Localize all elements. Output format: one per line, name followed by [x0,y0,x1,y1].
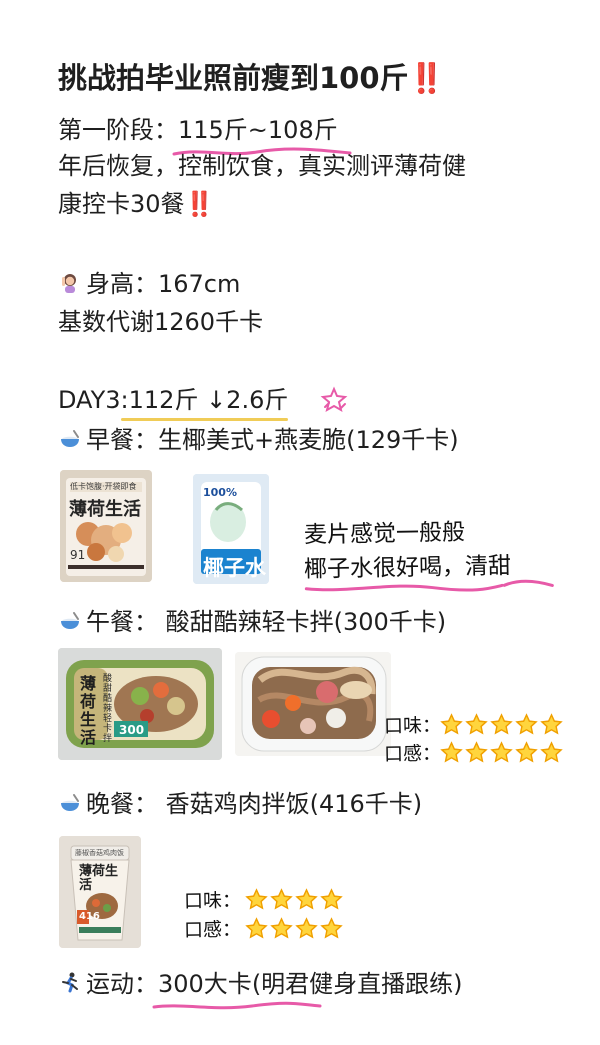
height-text: 身高：167cm [86,270,241,298]
star-icon [490,713,513,735]
dinner-taste-label: 口味： [183,889,242,913]
star-icon [295,888,318,910]
intro-line-2-wrap: 康控卡30餐‼️ [58,186,214,222]
dinner-title-line: 晚餐： 香菇鸡肉拌饭(416千卡) [58,786,422,822]
lunch-title-line: 午餐： 酸甜酷辣轻卡拌(300千卡) [58,604,446,640]
pink-underline-icon [304,579,554,592]
star-icon [490,741,513,763]
bowl-with-spoon-icon [61,612,79,629]
breakfast-coconut-water-image: 100% 椰子水 [193,474,269,584]
lunch-box-flavor: 酸甜酷辣轻卡拌 [103,674,113,744]
dinner-texture-stars [245,917,345,940]
star-icon [515,713,538,735]
stage-range: 115斤~108斤 [178,116,338,144]
star-icon [540,741,563,763]
day-weight-highlight: :112斤 ↓2.6斤 [120,382,289,421]
bmr-line: 基数代谢1260千卡 [58,308,264,336]
star-icon [465,741,488,763]
star-icon [515,741,538,763]
stage-line: 第一阶段：115斤~108斤 [58,112,352,156]
dinner-taste-stars [245,888,345,911]
intro-line-2: 康控卡30餐 [58,190,185,218]
stage-range-highlight: 115斤~108斤 [172,112,352,156]
cereal-package-brand: 薄荷生活 [69,499,141,520]
exercise-value: 300大卡 [158,970,252,998]
day-label: DAY3 [58,386,121,414]
day-colon: : [120,386,129,414]
star-icon [320,917,343,939]
cereal-package-top-text: 低卡饱腹·开袋即食 [70,482,137,491]
star-icon [245,888,268,910]
lunch-title: 午餐： 酸甜酷辣轻卡拌(300千卡) [86,608,447,636]
star-icon [465,713,488,735]
cereal-package-small-number: 91 [70,548,86,562]
bowl-with-spoon-icon [61,430,79,447]
dinner-cup-brand: 薄荷生活 [79,864,119,893]
exercise-line: 运动：300大卡 (明君健身直播跟练) [58,966,463,1010]
intro-double-exclamation-icon: ‼️ [184,190,215,218]
breakfast-title-line: 早餐：生椰美式+燕麦脆(129千卡) [58,422,459,458]
dinner-cup-top-text: 藤椒香菇鸡肉饭 [75,849,124,857]
breakfast-note-1: 麦片感觉一般般 [303,519,466,549]
lunch-texture-stars [440,741,565,764]
star-icon [320,888,343,910]
sparkle-star-icon [320,386,348,413]
running-person-icon [62,972,78,993]
lunch-box-brand: 薄荷生活 [80,674,97,747]
breakfast-cereal-package-image: 低卡饱腹·开袋即食 薄荷生活 91 [60,470,152,582]
lunch-plate-art [235,652,391,756]
intro-line-1: 年后恢复，控制饮食，真实测评薄荷健 [58,152,466,180]
page-title: 挑战拍毕业照前瘦到100斤‼️ [58,58,445,98]
yellow-underline [120,418,289,421]
lunch-box-image: 薄荷生活 酸甜酷辣轻卡拌 300 [58,648,222,760]
star-icon [270,917,293,939]
dinner-texture-label: 口感： [183,918,242,942]
bowl-with-spoon-icon [61,794,79,811]
coconut-water-name: 椰子水 [203,556,266,580]
lunch-plate-image [235,652,391,756]
dinner-title: 晚餐： 香菇鸡肉拌饭(416千卡) [86,790,423,818]
breakfast-note-2-wrap: 椰子水很好喝，清甜 [304,550,554,592]
star-icon [440,741,463,763]
dinner-cup-image: 藤椒香菇鸡肉饭 薄荷生活 416 [59,836,141,948]
lunch-box-kcal: 300 [119,723,145,737]
pink-underline-icon [152,1001,322,1010]
lunch-taste-stars [440,713,565,736]
stage-label: 第一阶段： [58,116,178,144]
title-double-exclamation-icon: ‼️ [408,61,445,95]
exercise-note: (明君健身直播跟练) [251,970,463,998]
star-icon [540,713,563,735]
coconut-water-percent: 100% [203,486,237,499]
page: 挑战拍毕业照前瘦到100斤‼️ 第一阶段：115斤~108斤 年后恢复，控制饮食… [0,0,600,1045]
star-icon [440,713,463,735]
title-text: 挑战拍毕业照前瘦到100斤 [58,61,409,95]
breakfast-title: 早餐：生椰美式+燕麦脆(129千卡) [86,426,459,454]
woman-raising-hand-icon [62,274,76,293]
exercise-value-highlight: 300大卡 [152,966,322,1010]
height-line: 身高：167cm [58,266,240,302]
day-line: DAY3:112斤 ↓2.6斤 [58,382,348,421]
exercise-label: 运动： [86,970,158,998]
star-icon [270,888,293,910]
star-icon [245,917,268,939]
dinner-cup-kcal: 416 [79,911,100,922]
day-weight: 112斤 ↓2.6斤 [128,386,289,414]
star-icon [295,917,318,939]
lunch-texture-label: 口感： [383,742,442,766]
